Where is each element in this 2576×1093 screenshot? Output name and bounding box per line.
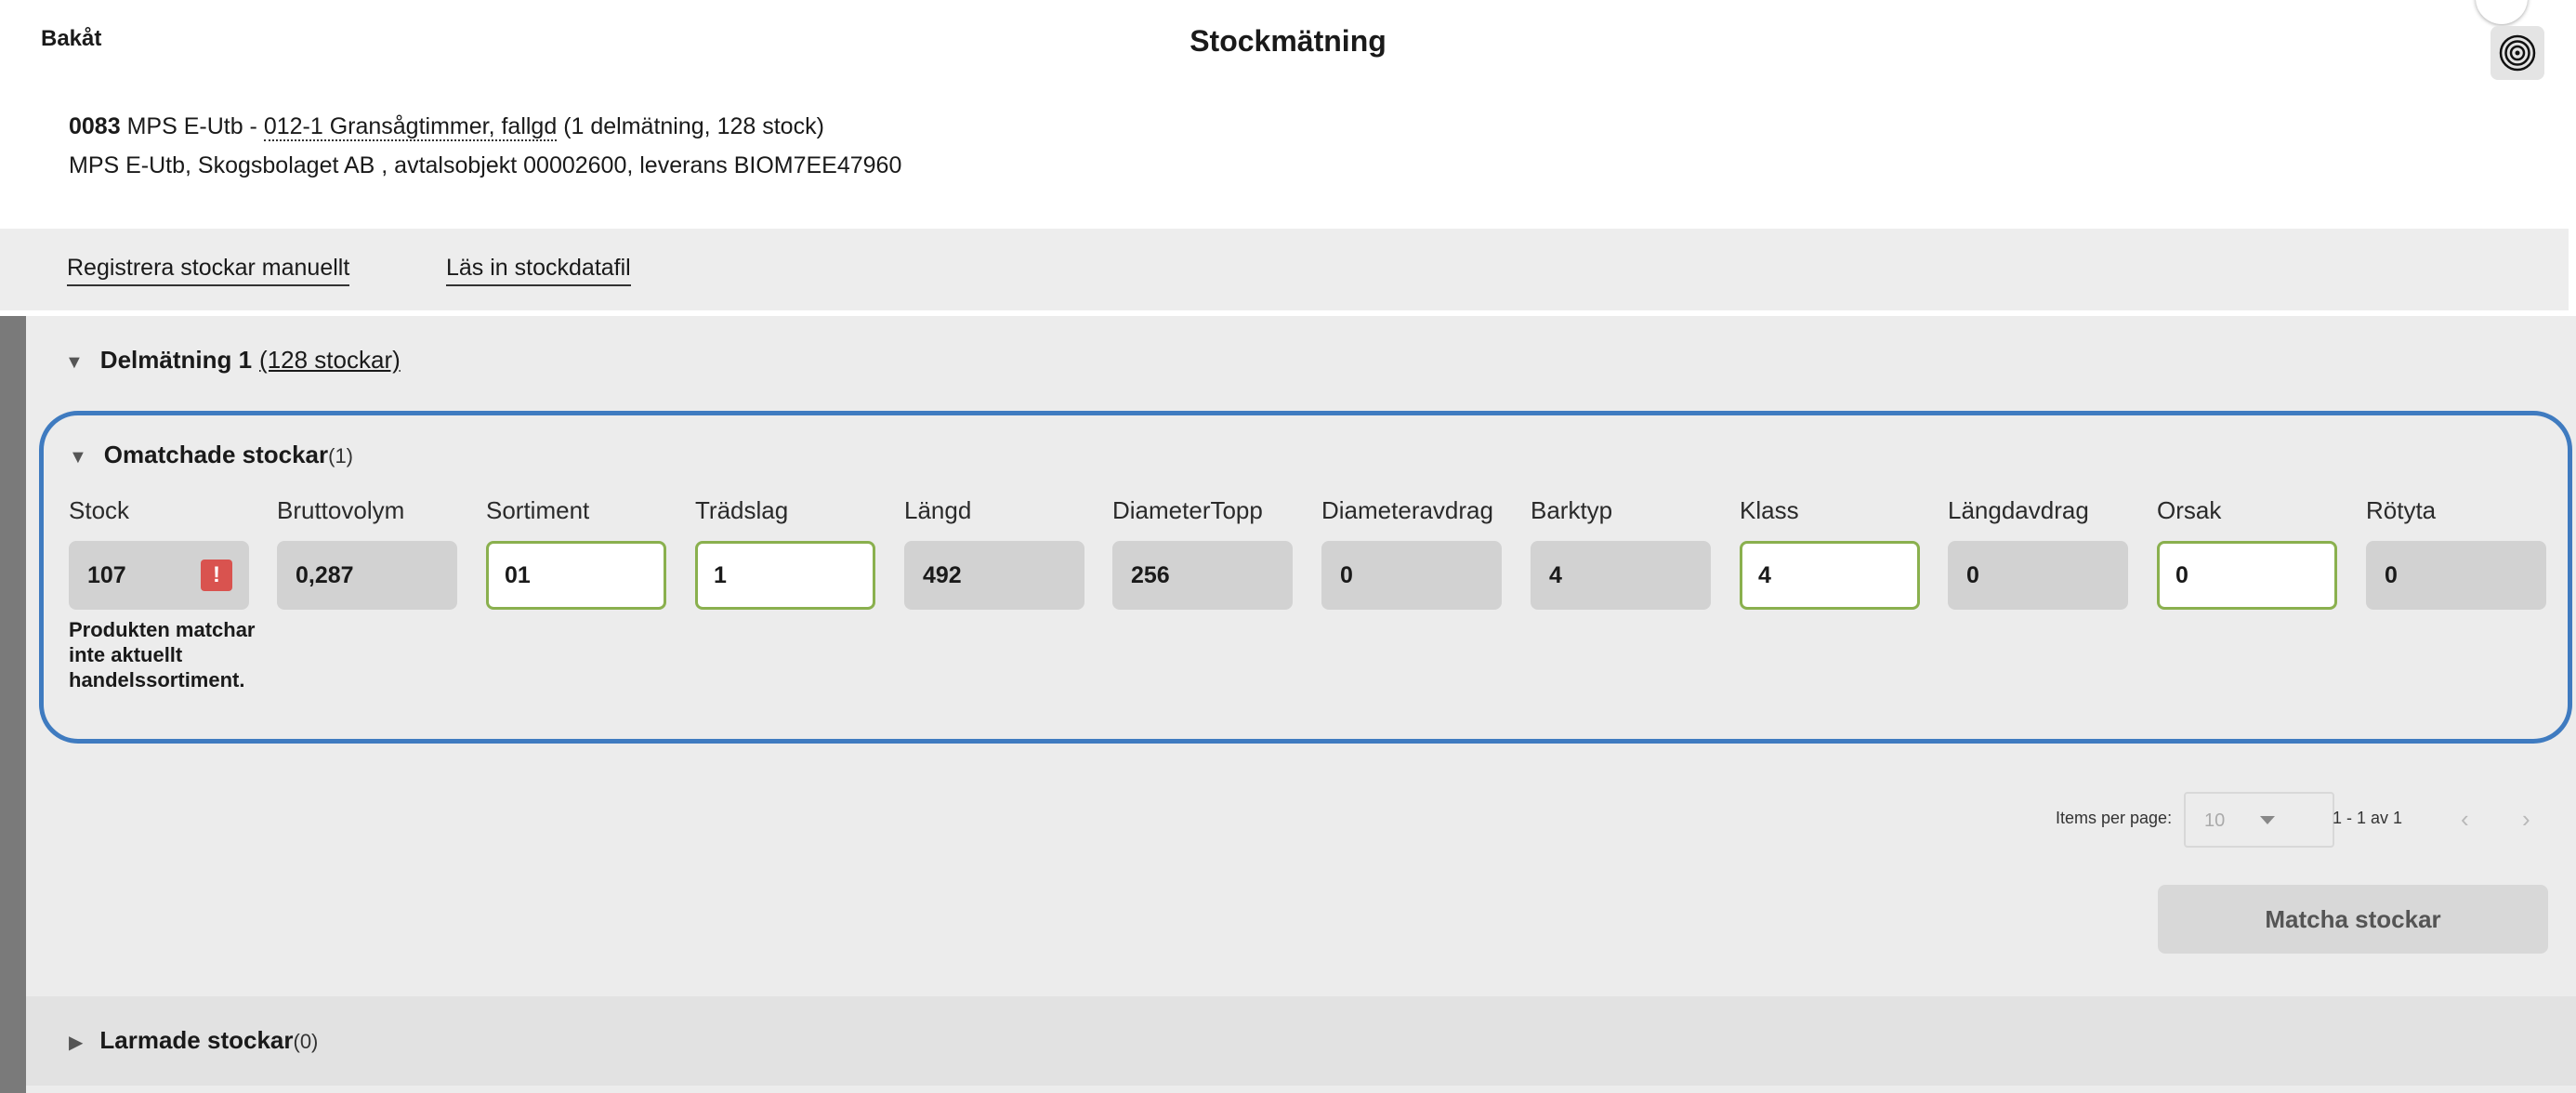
col-label-orsak: Orsak <box>2157 496 2222 524</box>
delivery-info: MPS E-Utb, Skogsbolaget AB , avtalsobjek… <box>69 152 902 178</box>
tradslag-input[interactable]: 1 <box>695 541 875 610</box>
orsak-input[interactable]: 0 <box>2157 541 2337 610</box>
action-bar: Registrera stockar manuellt Läs in stock… <box>0 229 2569 310</box>
read-file-link[interactable]: Läs in stockdatafil <box>446 255 631 286</box>
stock-value: 107 <box>87 561 126 588</box>
diametertopp-value: 256 <box>1131 561 1170 588</box>
page-header: Bakåt Stockmätning 0083 MPS E-Utb - 012-… <box>0 0 2576 229</box>
measurement-suffix: (1 delmätning, 128 stock) <box>557 113 824 139</box>
sortiment-value: 01 <box>505 561 531 588</box>
barktyp-value: 4 <box>1549 561 1562 588</box>
langdavdrag-field: 0 <box>1948 541 2128 610</box>
col-label-klass: Klass <box>1740 496 1799 524</box>
col-label-bruttovolym: Bruttovolym <box>277 496 405 524</box>
delmatning-header[interactable]: ▼ Delmätning 1 (128 stockar) <box>65 346 401 375</box>
bruttovolym-value: 0,287 <box>296 561 354 588</box>
col-label-diametertopp: DiameterTopp <box>1112 496 1263 524</box>
items-per-page-label: Items per page: <box>2056 809 2173 827</box>
target-icon <box>2499 34 2536 72</box>
measurement-info: 0083 MPS E-Utb - 012-1 Gransågtimmer, fa… <box>69 113 824 141</box>
langd-field: 492 <box>904 541 1084 610</box>
page-range: 1 - 1 av 1 <box>2333 809 2403 827</box>
col-label-langdavdrag: Längdavdrag <box>1948 496 2089 524</box>
diametertopp-field: 256 <box>1112 541 1293 610</box>
assortment-link[interactable]: 012-1 Gransågtimmer, fallgd <box>263 113 558 141</box>
langdavdrag-value: 0 <box>1966 561 1979 588</box>
alarmed-title: Larmade stockar <box>99 1026 294 1054</box>
measurement-code: 0083 <box>69 113 121 139</box>
error-message: Produkten matchar inte aktuellt handelss… <box>69 618 256 691</box>
stock-field: 107 ! <box>69 541 249 610</box>
delmatning-count[interactable]: (128 stockar) <box>259 346 401 374</box>
alarmed-header[interactable]: ▶ Larmade stockar(0) <box>69 1026 318 1055</box>
col-label-sortiment: Sortiment <box>486 496 590 524</box>
next-page-icon[interactable]: › <box>2522 805 2530 834</box>
col-label-barktyp: Barktyp <box>1531 496 1613 524</box>
dropdown-arrow-icon <box>2260 816 2275 824</box>
klass-input[interactable]: 4 <box>1740 541 1920 610</box>
col-label-rotyta: Rötyta <box>2366 496 2437 524</box>
corner-button[interactable] <box>2476 0 2528 24</box>
orsak-value: 0 <box>2175 561 2188 588</box>
unmatched-header[interactable]: ▼ Omatchade stockar(1) <box>69 441 353 469</box>
caret-right-icon: ▶ <box>69 1033 84 1053</box>
sortiment-input[interactable]: 01 <box>486 541 666 610</box>
col-label-stock: Stock <box>69 496 130 524</box>
unmatched-count: (1) <box>328 444 354 467</box>
left-accent-bar <box>0 316 26 1093</box>
bruttovolym-field: 0,287 <box>277 541 457 610</box>
register-manual-link[interactable]: Registrera stockar manuellt <box>67 255 350 286</box>
unmatched-title: Omatchade stockar <box>103 441 329 468</box>
klass-value: 4 <box>1758 561 1771 588</box>
delmatning-title: Delmätning 1 <box>99 346 253 374</box>
diameteravdrag-value: 0 <box>1340 561 1353 588</box>
items-per-page-select[interactable]: 10 <box>2184 792 2334 848</box>
col-label-tradslag: Trädslag <box>695 496 789 524</box>
col-label-langd: Längd <box>904 496 972 524</box>
diameteravdrag-field: 0 <box>1321 541 1502 610</box>
page-title: Stockmätning <box>1189 24 1387 58</box>
previous-page-icon[interactable]: ‹ <box>2461 805 2469 834</box>
caret-down-icon: ▼ <box>69 447 87 467</box>
measurement-prefix: MPS E-Utb - <box>120 113 264 139</box>
barktyp-field: 4 <box>1531 541 1711 610</box>
alarmed-section <box>26 996 2576 1086</box>
rotyta-value: 0 <box>2385 561 2398 588</box>
langd-value: 492 <box>923 561 962 588</box>
rotyta-field: 0 <box>2366 541 2546 610</box>
caret-down-icon: ▼ <box>65 352 84 373</box>
col-label-diameteravdrag: Diameteravdrag <box>1321 496 1493 524</box>
match-stocks-button[interactable]: Matcha stockar <box>2158 885 2548 954</box>
tradslag-value: 1 <box>714 561 727 588</box>
error-icon: ! <box>201 560 232 591</box>
items-per-page-value: 10 <box>2204 810 2226 831</box>
target-button[interactable] <box>2491 26 2544 80</box>
alarmed-count: (0) <box>293 1030 319 1053</box>
